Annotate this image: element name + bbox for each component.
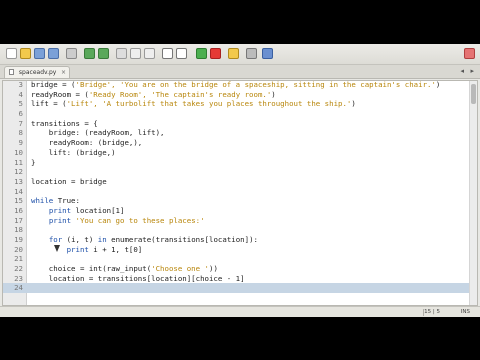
code-line[interactable]: 18 xyxy=(3,225,477,235)
close-tab-icon[interactable]: × xyxy=(61,67,66,79)
line-number: 21 xyxy=(14,254,23,264)
current-code-line[interactable]: 24 xyxy=(3,283,477,294)
line-number: 6 xyxy=(18,109,23,119)
save-icon[interactable] xyxy=(34,48,45,59)
line-number: 15 xyxy=(14,196,23,206)
tab-scroll-right-icon[interactable]: ▸ xyxy=(470,66,474,77)
code-text[interactable]: lift = ('Lift', 'A turbolift that takes … xyxy=(31,99,356,109)
line-number: 14 xyxy=(14,186,23,196)
code-line[interactable]: 19 for (i, t) in enumerate(transitions[l… xyxy=(3,235,477,245)
code-line[interactable]: 7 transitions = { xyxy=(3,119,477,129)
undo-icon[interactable] xyxy=(84,48,95,59)
code-line[interactable]: 21 xyxy=(3,254,477,264)
close-icon[interactable] xyxy=(464,48,475,59)
code-line[interactable]: 22 choice = int(raw_input('Choose one ')… xyxy=(3,264,477,274)
line-number: 17 xyxy=(14,215,23,225)
code-line[interactable]: 15 while True: xyxy=(3,196,477,206)
code-line[interactable]: 20 print i + 1, t[0] xyxy=(3,245,477,255)
line-number: 7 xyxy=(18,118,23,128)
vertical-scrollbar[interactable] xyxy=(469,81,477,305)
settings-icon[interactable] xyxy=(246,48,257,59)
line-number: 8 xyxy=(18,128,23,138)
code-text[interactable]: choice = int(raw_input('Choose one ')) xyxy=(31,264,218,274)
code-lines[interactable]: 3 bridge = ('Bridge', 'You are on the bri… xyxy=(3,80,477,294)
build-icon[interactable] xyxy=(228,48,239,59)
line-number: 20 xyxy=(14,244,23,254)
line-number: 23 xyxy=(14,273,23,283)
line-number: 9 xyxy=(18,138,23,148)
copy-icon[interactable] xyxy=(130,48,141,59)
print-icon[interactable] xyxy=(66,48,77,59)
code-editor[interactable]: 3 bridge = ('Bridge', 'You are on the bri… xyxy=(2,80,478,306)
code-line[interactable]: 10 lift: (bridge,) xyxy=(3,148,477,158)
code-text[interactable]: for (i, t) in enumerate(transitions[loca… xyxy=(31,235,258,245)
run-icon[interactable] xyxy=(196,48,207,59)
line-number: 24 xyxy=(14,283,23,293)
line-number: 12 xyxy=(14,167,23,177)
replace-icon[interactable] xyxy=(176,48,187,59)
cut-icon[interactable] xyxy=(116,48,127,59)
code-text[interactable]: print 'You can go to these places:' xyxy=(31,216,205,226)
code-text[interactable]: location = bridge xyxy=(31,177,107,187)
code-line[interactable]: 13 location = bridge xyxy=(3,177,477,187)
line-number: 18 xyxy=(14,225,23,235)
stop-icon[interactable] xyxy=(210,48,221,59)
line-number: 5 xyxy=(18,99,23,109)
code-line[interactable]: 17 print 'You can go to these places:' xyxy=(3,216,477,226)
code-line[interactable]: 12 xyxy=(3,167,477,177)
line-number: 4 xyxy=(18,89,23,99)
code-text[interactable]: print i + 1, t[0] xyxy=(31,245,143,255)
line-number: 11 xyxy=(14,157,23,167)
code-line[interactable]: 8 bridge: (readyRoom, lift), xyxy=(3,128,477,138)
code-line[interactable]: 16 print location[1] xyxy=(3,206,477,216)
line-number: 13 xyxy=(14,176,23,186)
mouse-cursor-icon xyxy=(54,245,60,252)
code-line[interactable]: 3 bridge = ('Bridge', 'You are on the bri… xyxy=(3,80,477,90)
scrollbar-thumb[interactable] xyxy=(471,84,476,104)
code-text[interactable]: lift: (bridge,) xyxy=(31,148,116,158)
code-text[interactable]: } xyxy=(31,158,35,168)
code-text[interactable]: print location[1] xyxy=(31,206,125,216)
line-number: 3 xyxy=(18,80,23,89)
code-line[interactable]: 9 readyRoom: (bridge,), xyxy=(3,138,477,148)
text-editor-window: spaceadv.py × ◂ ▸ 3 bridge = ('Bridge', '… xyxy=(0,44,480,317)
help-icon[interactable] xyxy=(262,48,273,59)
tab-scroll-left-icon[interactable]: ◂ xyxy=(460,66,464,77)
new-file-icon[interactable] xyxy=(6,48,17,59)
redo-icon[interactable] xyxy=(98,48,109,59)
line-number: 19 xyxy=(14,235,23,244)
code-line[interactable]: 11} xyxy=(3,158,477,168)
python-file-icon xyxy=(9,69,14,75)
code-text[interactable]: location = transitions[location][choice … xyxy=(31,274,245,284)
paste-icon[interactable] xyxy=(144,48,155,59)
code-text[interactable]: bridge = ('Bridge', 'You are on the brid… xyxy=(31,81,440,90)
code-line[interactable]: 23 location = transitions[location][choi… xyxy=(3,274,477,284)
line-number: 22 xyxy=(14,264,23,274)
insert-mode-indicator: INS xyxy=(460,309,470,315)
tab-label: spaceadv.py xyxy=(18,69,57,76)
code-line[interactable]: 6 xyxy=(3,109,477,119)
code-text[interactable]: readyRoom = ('Ready Room', 'The captain'… xyxy=(31,90,276,100)
line-number: 10 xyxy=(14,147,23,157)
tab-bar: spaceadv.py × ◂ ▸ xyxy=(0,65,480,79)
save-all-icon[interactable] xyxy=(48,48,59,59)
cursor-position: 15 | 5 xyxy=(424,309,440,315)
code-text[interactable]: while True: xyxy=(31,196,80,206)
status-bar: 15 | 5 INS xyxy=(0,306,480,317)
tab-spaceadv-py[interactable]: spaceadv.py × xyxy=(4,66,70,78)
line-number: 16 xyxy=(14,205,23,215)
find-icon[interactable] xyxy=(162,48,173,59)
toolbar xyxy=(0,44,480,65)
code-line[interactable]: 14 xyxy=(3,187,477,197)
code-line[interactable]: 5 lift = ('Lift', 'A turbolift that takes… xyxy=(3,99,477,109)
code-text[interactable]: readyRoom: (bridge,), xyxy=(31,138,142,148)
code-line[interactable]: 4 readyRoom = ('Ready Room', 'The captain… xyxy=(3,90,477,100)
open-file-icon[interactable] xyxy=(20,48,31,59)
code-text[interactable]: bridge: (readyRoom, lift), xyxy=(31,128,165,138)
code-text[interactable]: transitions = { xyxy=(31,119,98,129)
